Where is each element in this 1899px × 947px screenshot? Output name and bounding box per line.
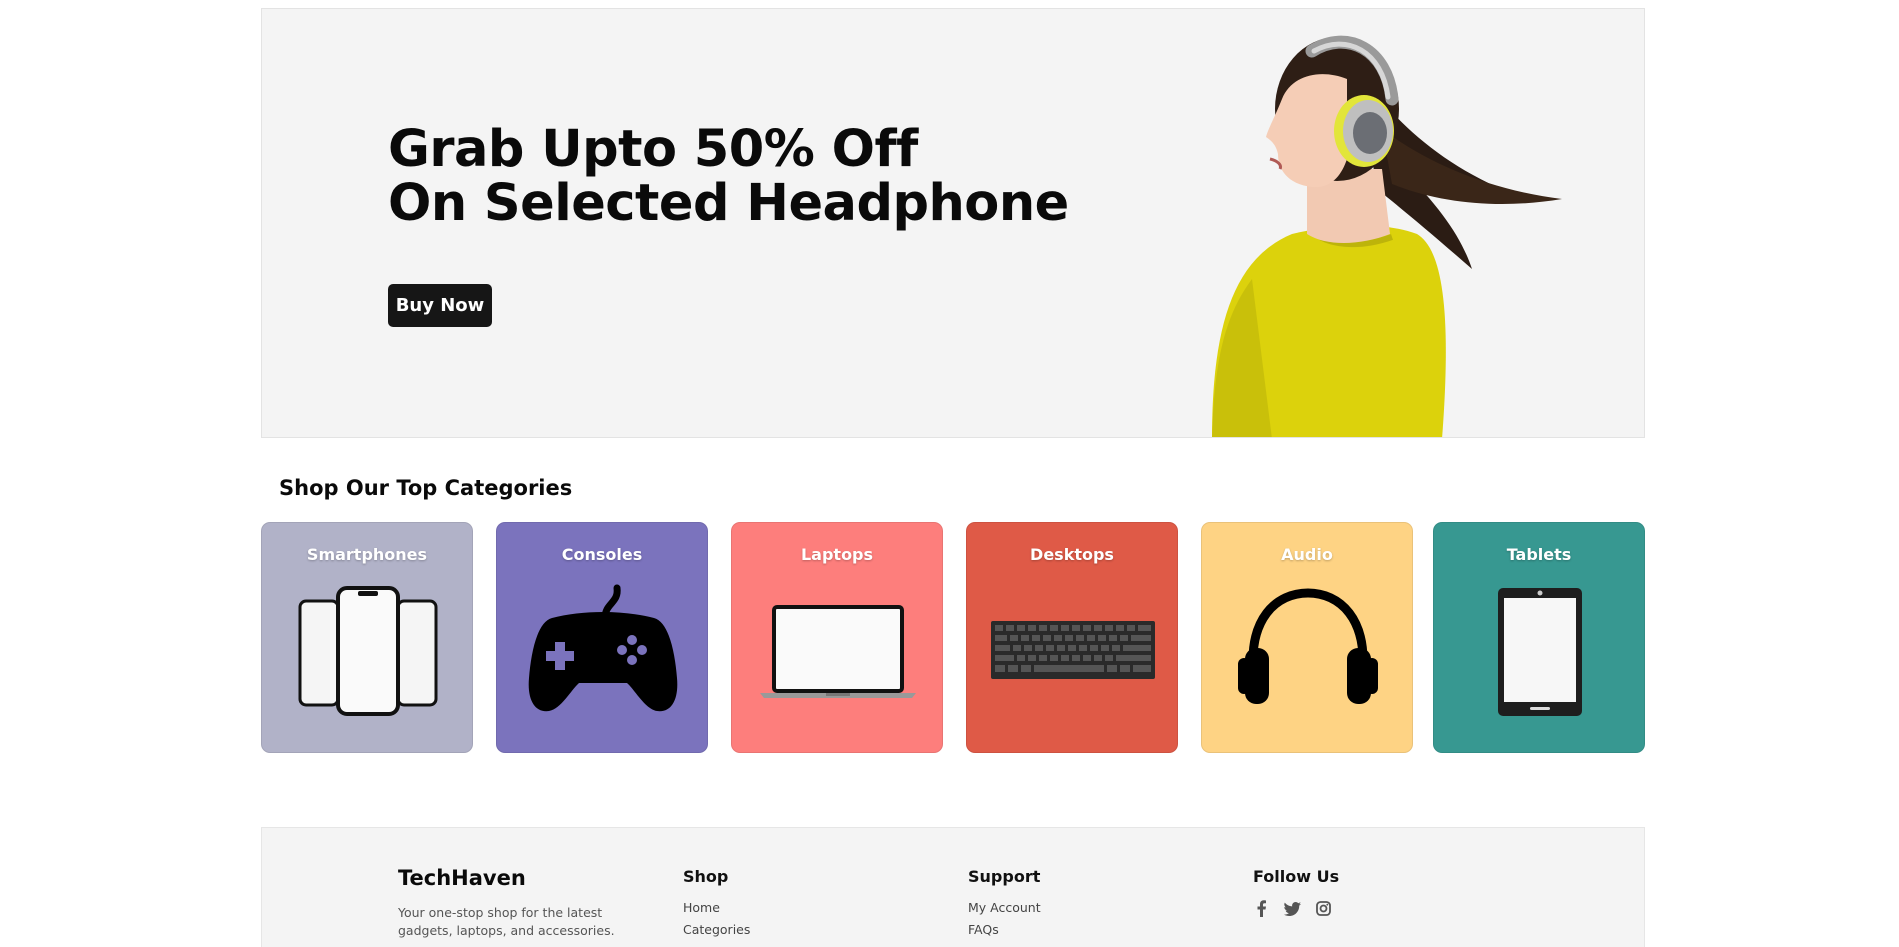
category-card-desktops[interactable]: Desktops [966, 522, 1178, 753]
footer-support-title: Support [968, 867, 1041, 886]
category-label-consoles: Consoles [561, 545, 643, 564]
category-label-tablets: Tablets [1506, 545, 1572, 564]
footer-tagline: Your one-stop shop for the latest gadget… [398, 905, 615, 938]
category-card-audio[interactable]: Audio [1201, 522, 1413, 753]
footer: TechHaven Your one-stop shop for the lat… [261, 827, 1645, 947]
hero-model-image [1212, 35, 1562, 437]
footer-link-categories[interactable]: Categories [683, 922, 750, 937]
category-label-desktops: Desktops [1030, 545, 1114, 564]
footer-shop-column: Shop Home Categories [683, 867, 750, 944]
category-label-smartphones: Smartphones [306, 545, 428, 564]
laptop-icon [760, 605, 916, 698]
footer-support-column: Support My Account FAQs [968, 867, 1041, 944]
headphones-icon [1238, 588, 1378, 704]
category-grid: Smartphones Consoles Laptops Desktops Au… [261, 522, 1645, 753]
footer-link-my-account[interactable]: My Account [968, 900, 1041, 915]
gamepad-icon [528, 584, 678, 712]
category-card-consoles[interactable]: Consoles [496, 522, 708, 753]
category-label-laptops: Laptops [800, 545, 874, 564]
footer-link-home[interactable]: Home [683, 900, 750, 915]
footer-brand: TechHaven [398, 866, 526, 890]
hero-title-line-1: Grab Upto 50% Off [388, 120, 918, 179]
category-card-laptops[interactable]: Laptops [731, 522, 943, 753]
footer-follow-title: Follow Us [1253, 867, 1340, 886]
twitter-icon[interactable] [1284, 900, 1301, 917]
keyboard-icon [991, 621, 1155, 679]
social-links [1253, 900, 1339, 917]
footer-shop-title: Shop [683, 867, 729, 886]
category-label-audio: Audio [1281, 545, 1333, 564]
facebook-icon[interactable] [1253, 900, 1270, 917]
category-card-tablets[interactable]: Tablets [1433, 522, 1645, 753]
categories-title: Shop Our Top Categories [279, 476, 573, 500]
footer-link-faqs[interactable]: FAQs [968, 922, 1041, 937]
hero-banner: Grab Upto 50% Off On Selected Headphone … [261, 8, 1645, 438]
category-card-smartphones[interactable]: Smartphones [261, 522, 473, 753]
buy-now-button[interactable]: Buy Now [388, 284, 492, 327]
footer-follow-column: Follow Us [1253, 867, 1339, 917]
hero-title: Grab Upto 50% Off On Selected Headphone [388, 123, 1069, 231]
smartphones-icon [298, 586, 438, 716]
tablet-icon [1498, 588, 1582, 716]
instagram-icon[interactable] [1315, 900, 1332, 917]
hero-title-line-2: On Selected Headphone [388, 174, 1069, 233]
